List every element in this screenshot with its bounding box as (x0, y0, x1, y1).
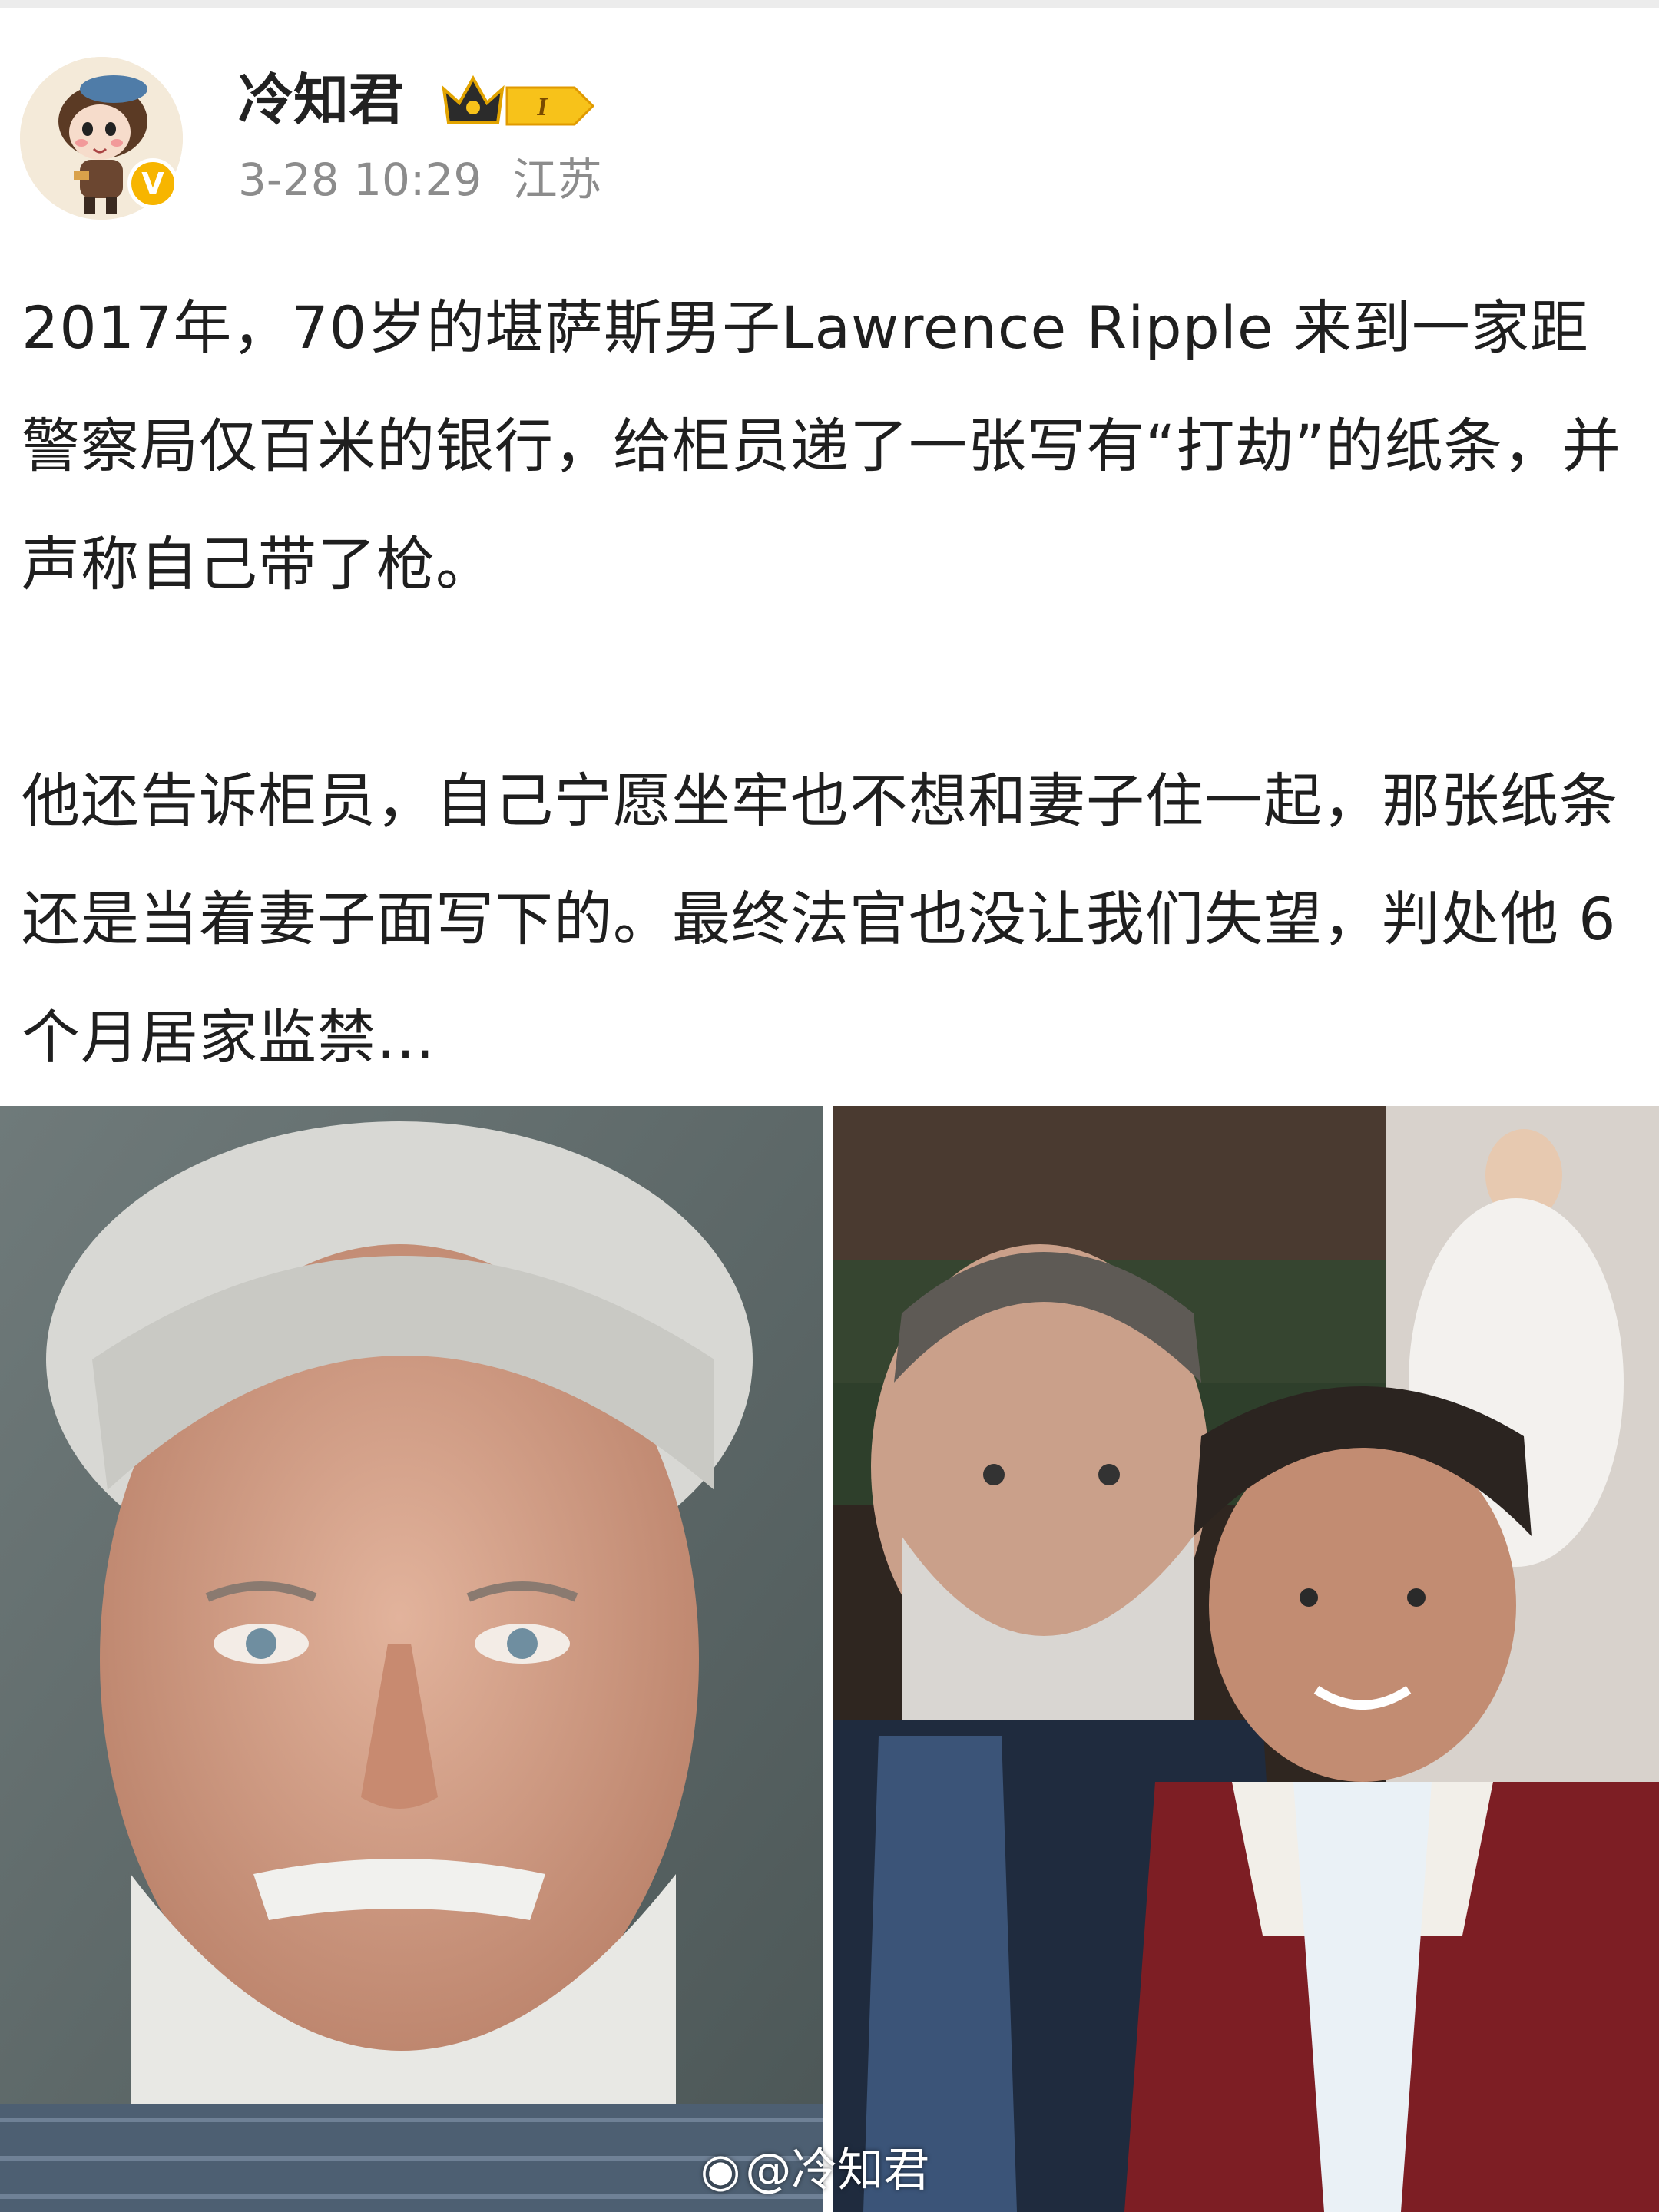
username[interactable]: 冷知君 (238, 63, 404, 137)
post-image-couple[interactable] (833, 1106, 1659, 2212)
crown-level-badge-icon[interactable]: I (436, 71, 598, 132)
post-paragraph: 他还告诉柜员，自己宁愿坐牢也不想和妻子住一起，那张纸条还是当着妻子面写下的。最终… (22, 767, 1618, 1071)
post-body: 2017年，70岁的堪萨斯男子Lawrence Ripple 来到一家距警察局仅… (22, 269, 1642, 1097)
post-paragraph: 2017年，70岁的堪萨斯男子Lawrence Ripple 来到一家距警察局仅… (22, 293, 1621, 598)
post-meta: 3-28 10:29 江苏 (238, 152, 619, 207)
post-image-mugshot[interactable] (0, 1106, 823, 2212)
weibo-logo-icon: ◉ (700, 2144, 741, 2197)
verified-v-icon: V (127, 158, 178, 209)
mugshot-photo (0, 1106, 823, 2212)
post-timestamp: 3-28 10:29 (238, 154, 482, 206)
watermark-text: @冷知君 (745, 2144, 930, 2197)
image-watermark: ◉ @冷知君 (700, 2143, 929, 2198)
couple-photo (833, 1106, 1659, 2212)
top-divider (0, 0, 1659, 8)
post-location: 江苏 (512, 154, 602, 206)
level-badge-text: I (536, 93, 548, 121)
